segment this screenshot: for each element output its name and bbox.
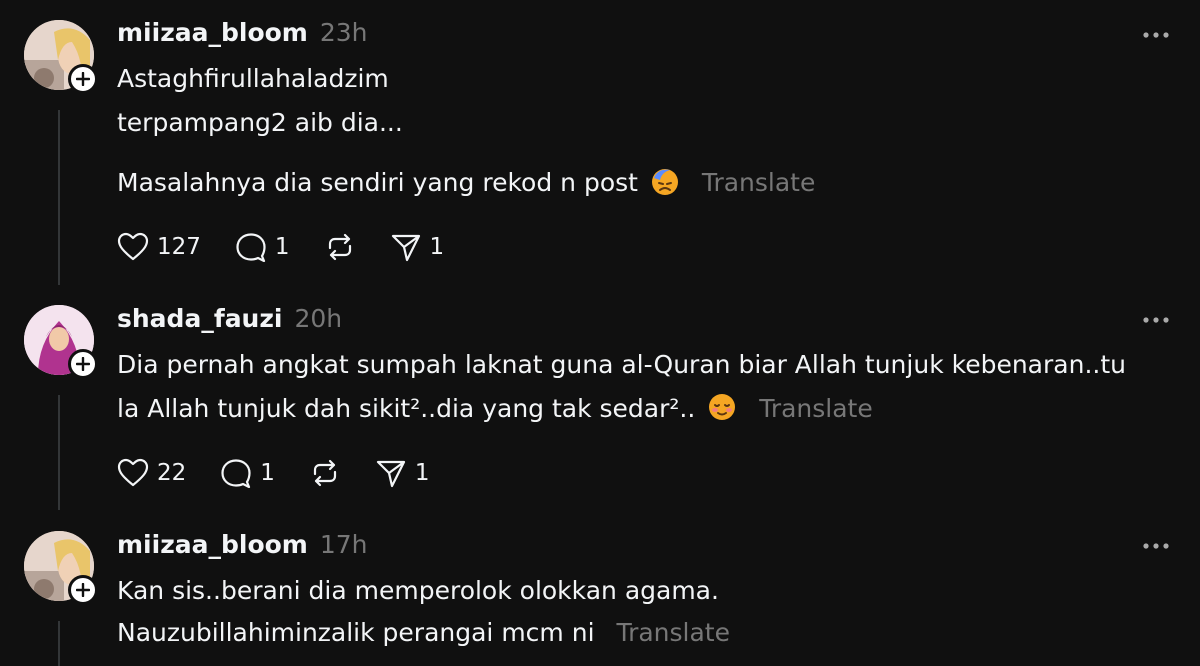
- avatar[interactable]: [24, 531, 98, 605]
- post-text-last-line: Masalahnya dia sendiri yang rekod n post…: [117, 166, 815, 197]
- repost-icon: [313, 459, 337, 487]
- post-text-line: Dia pernah angkat sumpah laknat guna al-…: [117, 350, 1126, 379]
- avatar[interactable]: [24, 305, 98, 379]
- share-count: 1: [429, 234, 445, 260]
- sad-face-emoji-icon: [651, 169, 678, 195]
- repost-button[interactable]: [309, 458, 341, 488]
- post-text-last-line: la Allah tunjuk dah sikit²..dia yang tak…: [117, 392, 873, 423]
- timestamp[interactable]: 17h: [320, 530, 368, 559]
- like-count: 22: [157, 460, 187, 486]
- like-button[interactable]: 22: [117, 458, 186, 488]
- send-icon: [391, 234, 420, 262]
- repost-button[interactable]: [324, 232, 356, 262]
- post-text-line: Kan sis..berani dia memperolok olokkan a…: [117, 576, 719, 605]
- repost-icon: [328, 233, 351, 261]
- thread-line: [58, 621, 60, 666]
- thread-line: [58, 110, 60, 285]
- like-button[interactable]: 127: [117, 232, 201, 262]
- avatar[interactable]: [24, 20, 98, 94]
- translate-link[interactable]: Translate: [616, 618, 730, 647]
- heart-icon: [117, 232, 149, 261]
- comment-icon: [221, 459, 251, 488]
- share-button[interactable]: 1: [375, 458, 430, 488]
- post-text-line: terpampang2 aib dia...: [117, 108, 403, 137]
- translate-link[interactable]: Translate: [759, 394, 873, 423]
- post-2: shada_fauzi 20h Dia pernah angkat sumpah…: [0, 300, 1200, 520]
- more-options-icon[interactable]: [1142, 316, 1170, 324]
- post-3: miizaa_bloom 17h Kan sis..berani dia mem…: [0, 526, 1200, 666]
- more-options-icon[interactable]: [1142, 31, 1170, 39]
- post-1: miizaa_bloom 23h Astaghfirullahaladzim t…: [0, 0, 1200, 300]
- reply-count: 1: [260, 460, 275, 486]
- post-text: la Allah tunjuk dah sikit²..dia yang tak…: [117, 394, 696, 423]
- comment-icon: [236, 233, 266, 262]
- more-options-icon[interactable]: [1142, 542, 1170, 550]
- post-text-line: Astaghfirullahaladzim: [117, 64, 389, 93]
- share-count: 1: [414, 460, 430, 486]
- send-icon: [376, 460, 406, 488]
- plus-icon[interactable]: [68, 575, 98, 605]
- post-text: Masalahnya dia sendiri yang rekod n post: [117, 168, 638, 197]
- like-count: 127: [157, 234, 201, 260]
- plus-icon[interactable]: [68, 64, 98, 94]
- plus-icon[interactable]: [68, 349, 98, 379]
- relieved-face-emoji-icon: [709, 394, 736, 420]
- share-button[interactable]: 1: [390, 232, 445, 262]
- username[interactable]: miizaa_bloom: [117, 530, 308, 559]
- timestamp[interactable]: 20h: [294, 304, 342, 333]
- username[interactable]: miizaa_bloom: [117, 18, 308, 47]
- timestamp[interactable]: 23h: [320, 18, 368, 47]
- heart-icon: [117, 458, 149, 487]
- post-text-last-line: Nauzubillahiminzalik perangai mcm ni Tra…: [117, 618, 730, 647]
- username[interactable]: shada_fauzi: [117, 304, 282, 333]
- reply-button[interactable]: 1: [220, 458, 275, 488]
- reply-count: 1: [274, 234, 290, 260]
- post-text: Nauzubillahiminzalik perangai mcm ni: [117, 618, 595, 647]
- reply-button[interactable]: 1: [235, 232, 290, 262]
- translate-link[interactable]: Translate: [702, 168, 816, 197]
- thread-line: [58, 395, 60, 510]
